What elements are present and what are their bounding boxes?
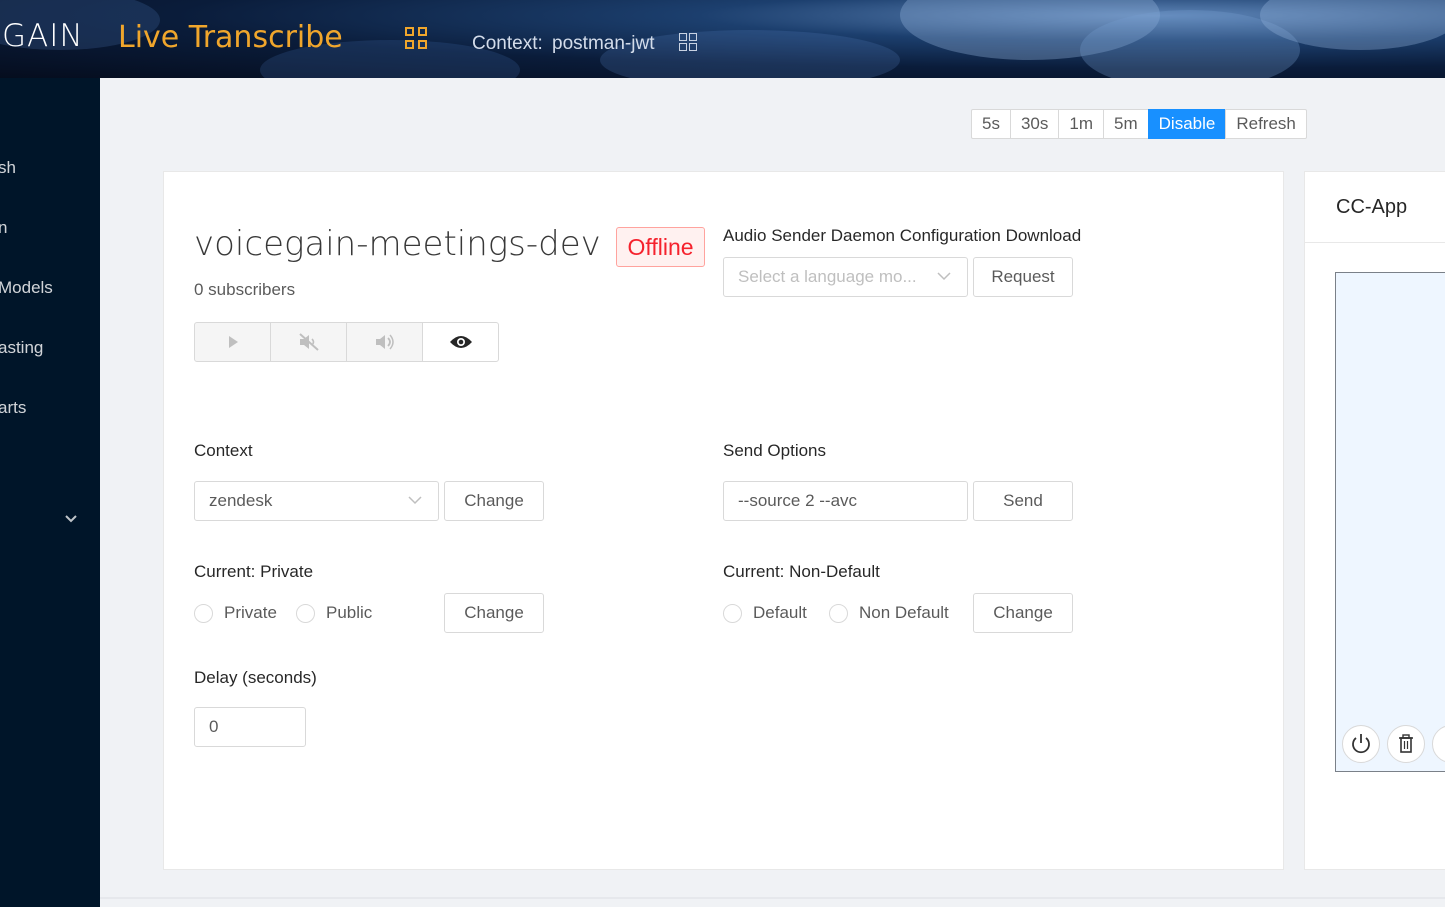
brand-logo: GAIN [2,18,84,54]
radio-circle[interactable] [829,603,848,623]
volume-icon [375,334,394,350]
view-button[interactable] [422,322,499,362]
context-label: Context: [472,33,543,54]
refresh-1m-button[interactable]: 1m [1058,109,1105,139]
send-options-label: Send Options [723,441,827,460]
power-button[interactable] [1342,725,1380,763]
mute-icon [298,333,319,351]
radio-public-label: Public [326,603,373,622]
more-button[interactable] [1432,725,1445,763]
language-model-select[interactable]: Select a language mo... [723,257,968,297]
auto-refresh-group: 5s 30s 1m 5m Disable Refresh [971,109,1307,139]
radio-non-default-label: Non Default [859,603,949,622]
change-privacy-button[interactable]: Change [444,593,544,633]
volume-button[interactable] [346,322,423,362]
radio-default-label: Default [753,603,807,622]
sidebar-item-1[interactable]: sh [0,158,16,178]
stream-card: voicegain-meetings-dev Offline 0 subscri… [163,171,1284,870]
audio-sender-title: Audio Sender Daemon Configuration Downlo… [723,226,1082,245]
power-icon [1352,734,1370,754]
context-select[interactable]: zendesk [194,481,439,521]
eye-icon [449,336,472,348]
send-options-input[interactable]: --source 2 --avc [723,481,968,521]
mute-button[interactable] [270,322,347,362]
context-section-label: Context [194,441,253,460]
play-icon [228,336,238,348]
language-model-placeholder: Select a language mo... [738,267,917,286]
refresh-disable-button[interactable]: Disable [1147,109,1227,139]
refresh-button[interactable]: Refresh [1225,109,1307,139]
radio-circle[interactable] [723,603,742,623]
request-button[interactable]: Request [973,257,1073,297]
cc-app-card: CC-App [1304,171,1445,870]
app-title: Live Transcribe [118,20,343,55]
player-controls [194,322,499,362]
chevron-down-icon [408,496,422,505]
app-header: GAIN Live Transcribe Context: postman-jw… [0,0,1445,78]
chevron-down-icon [937,272,951,281]
change-context-button[interactable]: Change [444,481,544,521]
stream-name: voicegain-meetings-dev [194,224,601,264]
sidebar-item-2[interactable]: n [0,218,7,238]
header-context: Context: postman-jwt [472,33,654,55]
refresh-30s-button[interactable]: 30s [1009,109,1060,139]
delay-input[interactable]: 0 [194,707,306,747]
sidebar-item-charts[interactable]: arts [0,398,26,418]
radio-private-label: Private [224,603,277,622]
subscriber-count: 0 subscribers [194,280,296,299]
context-select-value: zendesk [209,491,273,510]
trash-icon [1399,734,1413,753]
default-label: Current: Non-Default [723,562,880,581]
status-badge: Offline [616,227,705,267]
sidebar: sh n Models asting arts [0,78,100,907]
play-button[interactable] [194,322,271,362]
footer-divider [100,897,1445,899]
radio-circle[interactable] [296,603,315,623]
send-button[interactable]: Send [973,481,1073,521]
app-grid-icon[interactable] [405,27,427,49]
radio-private[interactable]: Private [194,603,277,623]
cc-app-title: CC-App [1305,172,1445,243]
sidebar-item-models[interactable]: Models [0,278,53,298]
privacy-label: Current: Private [194,562,314,581]
refresh-5s-button[interactable]: 5s [971,109,1011,139]
radio-public[interactable]: Public [296,603,372,623]
radio-default[interactable]: Default [723,603,807,623]
radio-circle[interactable] [194,603,213,623]
delete-button[interactable] [1387,725,1425,763]
radio-non-default[interactable]: Non Default [829,603,949,623]
sidebar-item-broadcasting[interactable]: asting [0,338,43,358]
refresh-5m-button[interactable]: 5m [1103,109,1149,139]
cc-app-frame [1335,272,1445,772]
chevron-down-icon[interactable] [64,512,78,526]
delay-label: Delay (seconds) [194,668,317,687]
context-value: postman-jwt [552,33,655,54]
context-grid-icon[interactable] [679,33,697,51]
change-default-button[interactable]: Change [973,593,1073,633]
